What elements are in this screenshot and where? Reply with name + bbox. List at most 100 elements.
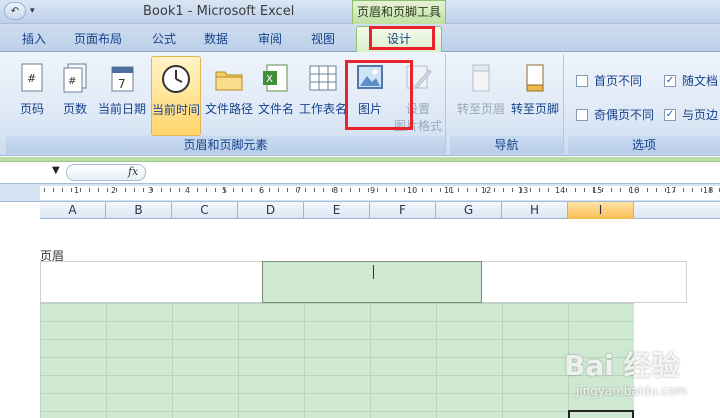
different-first-page-checkbox[interactable]	[576, 74, 588, 87]
window-title: Book1 - Microsoft Excel	[143, 4, 295, 19]
ruler-tick	[125, 188, 126, 192]
ruler-tick	[332, 188, 333, 192]
options-label: 选项	[568, 136, 720, 154]
name-box-dropdown-icon[interactable]: ▼	[52, 165, 60, 176]
formula-bar: ▼ fx	[0, 162, 720, 184]
baidu-jingyan-watermark: Bai 经验 jingyan.baidu.com	[564, 340, 714, 410]
ruler-tick	[188, 188, 189, 192]
ruler-tick	[485, 188, 486, 192]
ruler-tick	[701, 188, 702, 192]
scale-with-document-option[interactable]: ✓ 随文档	[664, 72, 718, 89]
ruler-tick	[386, 188, 387, 192]
different-odd-even-checkbox[interactable]	[576, 108, 588, 121]
ruler-tick	[224, 188, 225, 192]
header-footer-elements-group: # 页码 # 页数 7 当前日期 当前时间 文件路径 X 文件名 工作表名 图片…	[6, 54, 446, 154]
file-path-button[interactable]: 文件路径	[204, 56, 254, 132]
header-center-section[interactable]	[262, 261, 482, 303]
insert-function-icon[interactable]: fx	[128, 165, 138, 178]
ruler-tick	[350, 188, 351, 192]
ruler-number: 18	[703, 186, 714, 195]
excel-file-icon: X	[263, 64, 288, 92]
scale-with-document-checkbox[interactable]: ✓	[664, 74, 676, 87]
ruler-tick	[395, 188, 396, 192]
current-date-button[interactable]: 7 当前日期	[96, 56, 148, 132]
column-header-h[interactable]: H	[502, 202, 568, 219]
tab-formulas[interactable]: 公式	[152, 30, 176, 47]
sheet-name-button[interactable]: 工作表名	[298, 56, 348, 132]
ruler-tick	[422, 188, 423, 192]
ruler-tick	[152, 188, 153, 192]
column-header-d[interactable]: D	[238, 202, 304, 219]
ruler-number: 13	[518, 186, 529, 195]
svg-text:X: X	[266, 74, 273, 85]
undo-icon[interactable]: ↶	[4, 2, 26, 20]
ruler-tick	[215, 188, 216, 192]
ruler-tick	[44, 188, 45, 192]
svg-text:7: 7	[118, 77, 126, 91]
ruler-tick	[98, 188, 99, 192]
align-with-margins-checkbox[interactable]: ✓	[664, 108, 676, 121]
formula-input[interactable]	[148, 164, 720, 181]
clock-icon	[162, 65, 190, 93]
tab-page-layout[interactable]: 页面布局	[74, 30, 122, 47]
horizontal-ruler: 123456789101112131415161718	[0, 184, 720, 202]
qat-dropdown-icon[interactable]: ▾	[30, 6, 35, 16]
column-header-b[interactable]: B	[106, 202, 172, 219]
ribbon-tabs: 插入 页面布局 公式 数据 审阅 视图 设计	[0, 24, 720, 52]
ruler-tick	[674, 188, 675, 192]
goto-footer-button[interactable]: 转至页脚	[508, 56, 562, 132]
ruler-tick	[260, 188, 261, 192]
ruler-tick	[62, 188, 63, 192]
ruler-tick	[116, 188, 117, 192]
ruler-tick	[665, 188, 666, 192]
picture-button[interactable]: 图片	[350, 56, 390, 132]
ruler-tick	[521, 188, 522, 192]
ruler-tick	[494, 188, 495, 192]
tab-design[interactable]: 设计	[356, 26, 442, 52]
goto-header-button[interactable]: 转至页眉	[454, 56, 508, 132]
ruler-number: 12	[481, 186, 492, 195]
ruler-tick	[278, 188, 279, 192]
current-time-button[interactable]: 当前时间	[151, 56, 201, 136]
column-header-i[interactable]: I	[568, 202, 634, 219]
file-name-button[interactable]: X 文件名	[256, 56, 296, 132]
ruler-tick	[359, 188, 360, 192]
column-header-a[interactable]: A	[40, 202, 106, 219]
different-odd-even-option[interactable]: 奇偶页不同	[576, 106, 654, 123]
tab-view[interactable]: 视图	[311, 30, 335, 47]
column-header-c[interactable]: C	[172, 202, 238, 219]
different-first-page-option[interactable]: 首页不同	[576, 72, 642, 89]
ruler-tick	[89, 188, 90, 192]
ruler-tick	[557, 188, 558, 192]
ruler-tick	[638, 188, 639, 192]
svg-text:#: #	[68, 76, 76, 87]
navigation-label: 导航	[450, 136, 563, 154]
worksheet-cells[interactable]	[40, 303, 634, 418]
column-header-f[interactable]: F	[370, 202, 436, 219]
align-with-margins-option[interactable]: ✓ 与页边	[664, 106, 718, 123]
navigation-group: 转至页眉 转至页脚 导航	[450, 54, 564, 154]
ruler-tick	[368, 188, 369, 192]
picture-icon	[357, 65, 383, 89]
active-cell-border	[568, 410, 634, 418]
ruler-tick	[575, 188, 576, 192]
folder-icon	[215, 71, 243, 91]
tab-insert[interactable]: 插入	[22, 30, 46, 47]
ruler-tick	[503, 188, 504, 192]
ruler-tick	[251, 188, 252, 192]
format-picture-button[interactable]: 设置 图片格式	[394, 56, 442, 133]
tab-data[interactable]: 数据	[204, 30, 228, 47]
column-header-g[interactable]: G	[436, 202, 502, 219]
ruler-tick	[530, 188, 531, 192]
column-header-e[interactable]: E	[304, 202, 370, 219]
sheet-icon	[309, 65, 337, 91]
ruler-tick	[449, 188, 450, 192]
ruler-scale: 123456789101112131415161718	[40, 186, 720, 200]
page-number-button[interactable]: # 页码	[10, 56, 54, 132]
format-picture-icon	[406, 65, 432, 89]
ruler-tick	[611, 188, 612, 192]
tab-review[interactable]: 审阅	[258, 30, 282, 47]
ruler-tick	[440, 188, 441, 192]
page-count-button[interactable]: # 页数	[56, 56, 94, 132]
ruler-tick	[296, 188, 297, 192]
